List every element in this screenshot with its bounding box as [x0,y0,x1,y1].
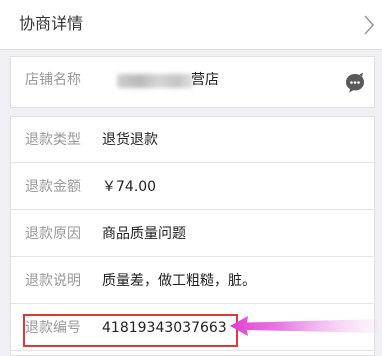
page-title: 协商详情 [19,14,84,33]
refund-amount-label: 退款金额 [25,179,81,195]
store-card[interactable]: 店铺名称 营店 [10,56,375,108]
refund-description-value: 质量差，做工粗糙，脏。 [102,273,256,289]
refund-type-label: 退款类型 [25,132,81,148]
refund-description-row: 退款说明 质量差，做工粗糙，脏。 [11,258,374,304]
refund-reason-value: 商品质量问题 [102,226,186,242]
chat-bubble-icon[interactable] [344,72,366,94]
refund-amount-value: ￥74.00 [102,179,157,195]
refund-type-value: 退货退款 [102,132,158,148]
refund-description-label: 退款说明 [25,273,81,289]
chevron-right-icon[interactable] [362,13,376,37]
store-name-suffix: 营店 [191,72,219,88]
refund-type-row: 退款类型 退货退款 [11,117,374,163]
pointer-arrow-icon [230,316,378,336]
store-label: 店铺名称 [25,72,81,88]
refund-reason-row: 退款原因 商品质量问题 [11,211,374,257]
refund-reason-label: 退款原因 [25,226,81,242]
refund-number-highlight [23,314,238,347]
store-name-redacted [117,74,193,88]
refund-amount-row: 退款金额 ￥74.00 [11,164,374,210]
page-header: 协商详情 [0,0,382,50]
